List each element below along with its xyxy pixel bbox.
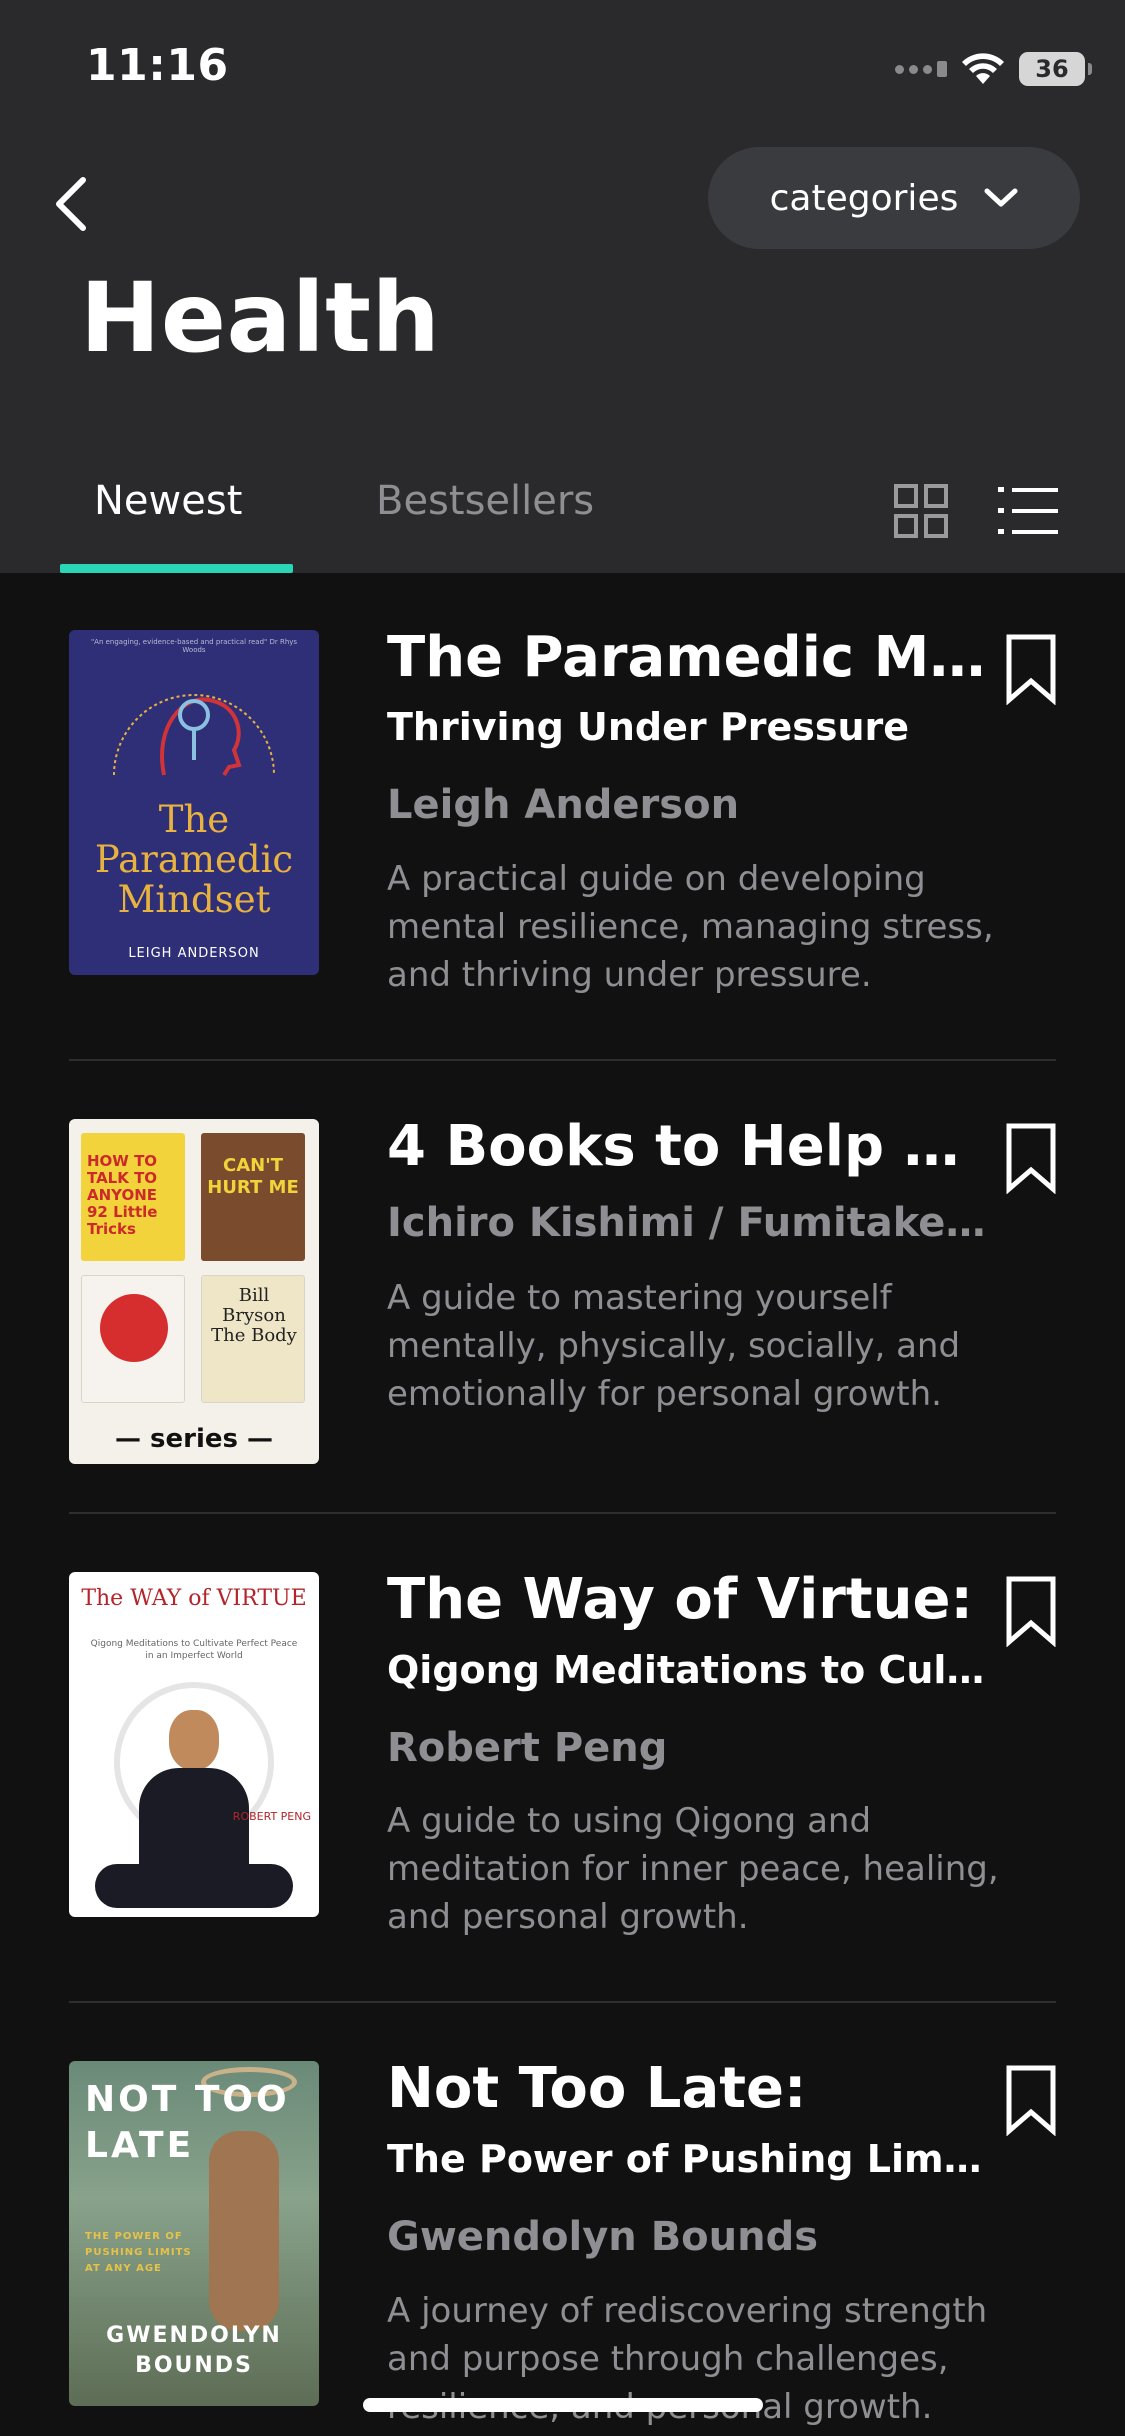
- bookmark-icon[interactable]: [1004, 1575, 1058, 1647]
- divider: [69, 1512, 1056, 1514]
- header: 11:16 36 categories Health Newest Bestse…: [0, 0, 1125, 573]
- book-subtitle: The Power of Pushing Limits at Any Age: [387, 2137, 987, 2181]
- grid-view-icon[interactable]: [893, 483, 949, 539]
- book-author: Gwendolyn Bounds: [387, 2214, 819, 2260]
- list-view-icon[interactable]: [996, 483, 1060, 539]
- book-cover[interactable]: NOT TOO LATE THE POWER OF PUSHING LIMITS…: [69, 2061, 319, 2406]
- book-title: The Paramedic Mindset:: [387, 625, 987, 690]
- book-cover[interactable]: The WAY of VIRTUE Qigong Meditations to …: [69, 1572, 319, 1917]
- chevron-down-icon: [984, 188, 1018, 207]
- back-button[interactable]: [46, 172, 96, 236]
- status-time: 11:16: [86, 40, 229, 91]
- active-tab-indicator: [60, 564, 293, 573]
- battery-indicator: 36: [1019, 52, 1092, 86]
- bookmark-icon[interactable]: [1004, 1122, 1058, 1194]
- tab-newest[interactable]: Newest: [94, 478, 242, 524]
- tab-bestsellers[interactable]: Bestsellers: [376, 478, 594, 524]
- book-title: The Way of Virtue:: [387, 1567, 973, 1632]
- book-cover[interactable]: HOW TO TALK TO ANYONE 92 Little Tricks C…: [69, 1119, 319, 1464]
- book-author: Ichiro Kishimi / Fumitake Koga: [387, 1200, 987, 1246]
- book-author: Robert Peng: [387, 1725, 668, 1771]
- book-cover[interactable]: "An engaging, evidence-based and practic…: [69, 630, 319, 975]
- book-title: Not Too Late:: [387, 2056, 807, 2121]
- page-title: Health: [80, 262, 441, 374]
- categories-dropdown[interactable]: categories: [708, 147, 1080, 249]
- home-indicator[interactable]: [363, 2398, 763, 2412]
- book-author: Leigh Anderson: [387, 782, 740, 828]
- bookmark-icon[interactable]: [1004, 633, 1058, 705]
- bookmark-icon[interactable]: [1004, 2064, 1058, 2136]
- book-description: A guide to using Qigong and meditation f…: [387, 1801, 999, 1937]
- divider: [69, 2001, 1056, 2003]
- chevron-left-icon: [56, 177, 86, 231]
- cellular-signal-icon: [895, 61, 947, 77]
- book-subtitle: Qigong Meditations to Cultivate Perfect …: [387, 1648, 987, 1692]
- categories-label: categories: [769, 177, 959, 219]
- wifi-icon: [961, 52, 1005, 86]
- book-description: A practical guide on developing mental r…: [387, 859, 994, 995]
- head-stethoscope-illustration: [113, 694, 275, 777]
- book-subtitle: Thriving Under Pressure: [387, 705, 910, 749]
- book-title: 4 Books to Help You Grow: [387, 1114, 987, 1179]
- screen: 11:16 36 categories Health Newest Bestse…: [0, 0, 1125, 2436]
- status-icons: 36: [895, 48, 1092, 90]
- book-description: A guide to mastering yourself mentally, …: [387, 1278, 961, 1414]
- divider: [69, 1059, 1056, 1061]
